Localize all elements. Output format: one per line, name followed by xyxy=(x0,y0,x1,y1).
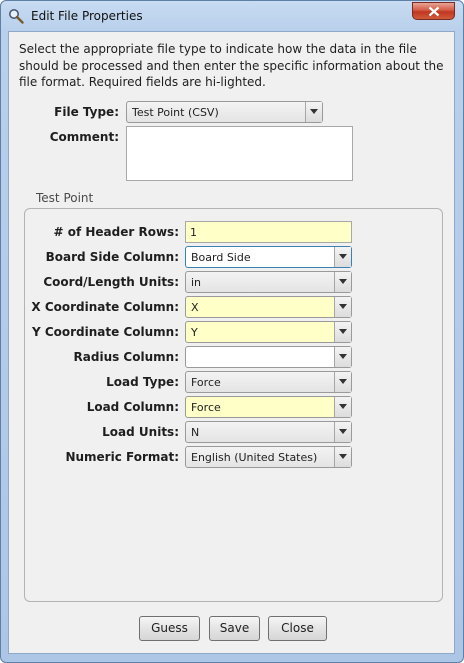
chevron-down-icon[interactable] xyxy=(334,297,351,317)
chevron-down-icon[interactable] xyxy=(305,102,322,122)
save-button[interactable]: Save xyxy=(209,616,260,641)
comment-field[interactable] xyxy=(126,126,353,181)
load-units-value: N xyxy=(191,426,200,439)
y-coordinate-combo[interactable]: Y xyxy=(185,321,352,343)
chevron-down-icon[interactable] xyxy=(334,447,351,467)
chevron-down-icon[interactable] xyxy=(334,347,351,367)
radius-combo[interactable] xyxy=(185,346,352,368)
load-column-value: Force xyxy=(191,401,221,414)
file-type-select[interactable]: Test Point (CSV) xyxy=(126,101,323,123)
dialog-body: Select the appropriate file type to indi… xyxy=(8,31,455,654)
board-side-value: Board Side xyxy=(191,251,251,264)
chevron-down-icon[interactable] xyxy=(334,322,351,342)
comment-label: Comment: xyxy=(49,130,119,144)
file-type-label: File Type: xyxy=(54,105,119,119)
chevron-down-icon[interactable] xyxy=(334,272,351,292)
radius-label: Radius Column: xyxy=(73,350,179,364)
load-units-label: Load Units: xyxy=(102,425,179,439)
x-coordinate-label: X Coordinate Column: xyxy=(31,300,179,314)
window-close-button[interactable] xyxy=(412,2,455,20)
header-rows-input[interactable]: 1 xyxy=(185,221,352,243)
chevron-down-icon[interactable] xyxy=(334,247,351,267)
header-rows-label: # of Header Rows: xyxy=(53,225,180,239)
units-value: in xyxy=(191,276,202,289)
close-button[interactable]: Close xyxy=(268,616,327,641)
load-type-value: Force xyxy=(191,376,221,389)
load-units-select[interactable]: N xyxy=(185,421,352,443)
units-label: Coord/Length Units: xyxy=(43,275,179,289)
numeric-format-value: English (United States) xyxy=(191,451,318,464)
instructions-text: Select the appropriate file type to indi… xyxy=(19,42,444,89)
x-coordinate-value: X xyxy=(191,301,199,314)
group-title: Test Point xyxy=(36,191,94,205)
edit-file-properties-window: Edit File Properties Select the appropri… xyxy=(0,0,464,663)
load-column-label: Load Column: xyxy=(86,400,179,414)
x-coordinate-combo[interactable]: X xyxy=(185,296,352,318)
chevron-down-icon[interactable] xyxy=(334,422,351,442)
chevron-down-icon[interactable] xyxy=(334,372,351,392)
units-select[interactable]: in xyxy=(185,271,352,293)
load-column-combo[interactable]: Force xyxy=(185,396,352,418)
board-side-combo[interactable]: Board Side xyxy=(185,246,352,268)
y-coordinate-label: Y Coordinate Column: xyxy=(31,325,179,339)
board-side-label: Board Side Column: xyxy=(45,250,179,264)
magnifier-icon xyxy=(8,8,24,24)
header-rows-value: 1 xyxy=(190,226,197,239)
numeric-format-select[interactable]: English (United States) xyxy=(185,446,352,468)
window-title: Edit File Properties xyxy=(31,9,143,23)
file-type-value: Test Point (CSV) xyxy=(132,106,219,119)
numeric-format-label: Numeric Format: xyxy=(65,450,179,464)
guess-button[interactable]: Guess xyxy=(139,616,200,641)
title-bar[interactable]: Edit File Properties xyxy=(1,1,463,31)
chevron-down-icon[interactable] xyxy=(334,397,351,417)
close-icon xyxy=(428,6,440,17)
load-type-label: Load Type: xyxy=(106,375,179,389)
load-type-select[interactable]: Force xyxy=(185,371,352,393)
y-coordinate-value: Y xyxy=(191,326,198,339)
